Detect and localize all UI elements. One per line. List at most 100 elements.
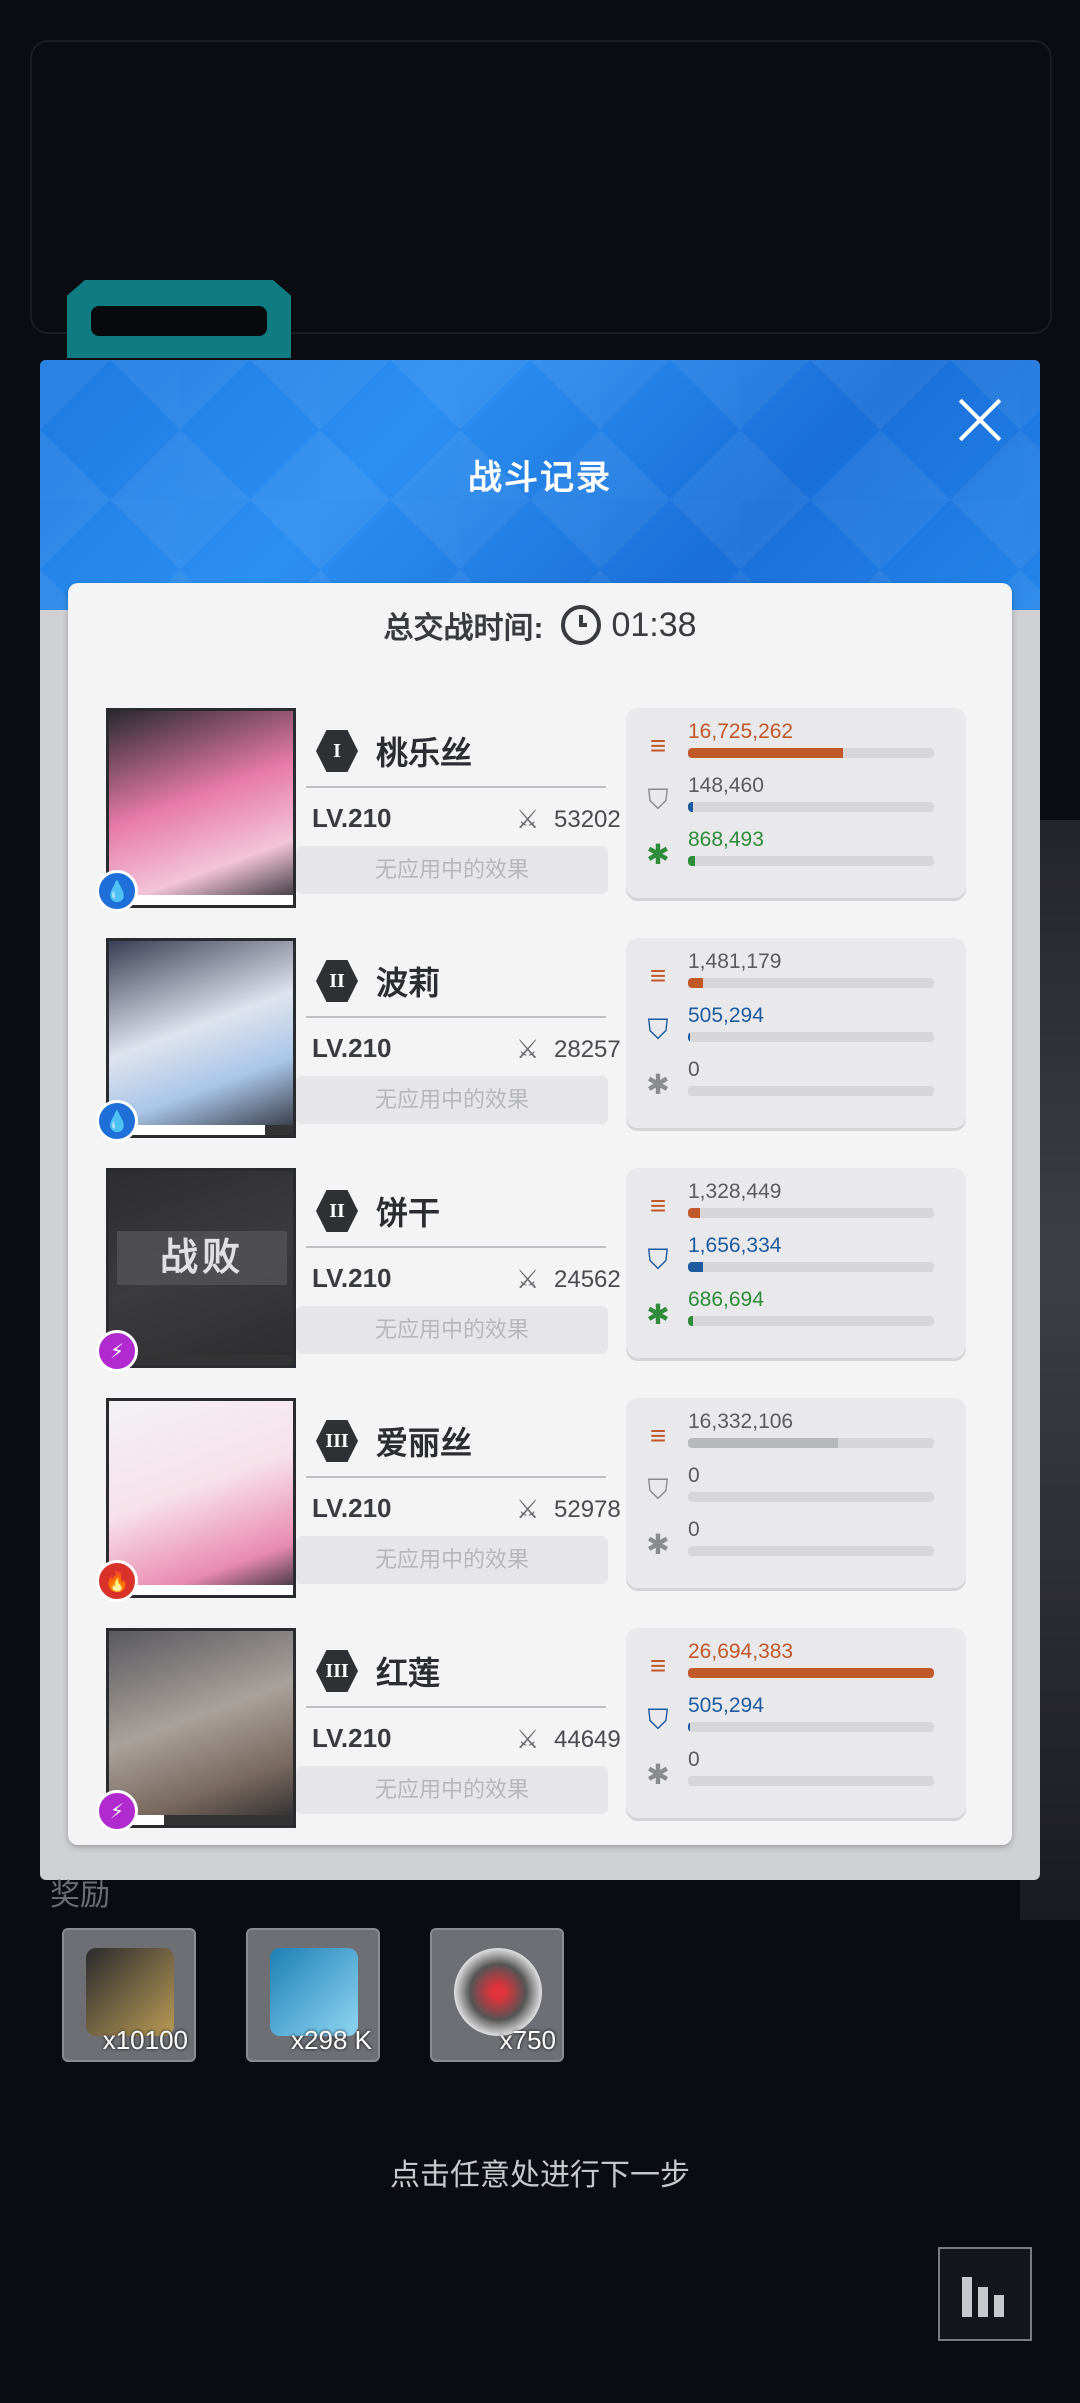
stats-box: ≡ 1,328,449 ⛉ 1,656,334 ✱ 686,694: [626, 1168, 966, 1358]
divider: [306, 1706, 606, 1708]
stat-bar-fill: [688, 1438, 839, 1448]
character-level: LV.210: [312, 1263, 392, 1293]
reward-item[interactable]: x298 K: [246, 1928, 380, 2062]
character-info: III 红莲 LV.210 ⚔ 44649 无应用中的效果: [296, 1628, 621, 1828]
stat-value: 0: [688, 1518, 700, 1541]
crossed-swords-icon: ⚔: [516, 804, 540, 834]
stat-bar: [688, 1722, 934, 1732]
stat-damage: ≡ 1,481,179: [640, 950, 940, 1002]
character-portrait[interactable]: [106, 1398, 296, 1598]
character-row[interactable]: 战败 ⚡ II 饼干 LV.210 ⚔ 24562 无应用中的效果 ≡ 1,328,449 ⛉ 1,6…: [96, 1158, 966, 1372]
character-row[interactable]: ⚡ III 红莲 LV.210 ⚔ 44649 无应用中的效果 ≡ 26,694,383 ⛉ 505…: [96, 1618, 966, 1832]
character-name: 桃乐丝: [376, 735, 473, 771]
water-icon: 💧: [96, 1100, 138, 1142]
stat-shield: ⛉ 148,460: [640, 774, 940, 826]
portrait-art: [109, 1401, 293, 1595]
stat-value: 0: [688, 1058, 700, 1081]
stat-damage: ≡ 16,725,262: [640, 720, 940, 772]
stat-bar: [688, 1438, 934, 1448]
stat-heal: ✱ 868,493: [640, 828, 940, 880]
fire-icon: 🔥: [96, 1560, 138, 1602]
character-row[interactable]: 🔥 III 爱丽丝 LV.210 ⚔ 52978 无应用中的效果 ≡ 16,332,106 ⛉ 0 ✱…: [96, 1388, 966, 1602]
effect-status: 无应用中的效果: [296, 1536, 608, 1584]
shield-icon: ⛉: [647, 783, 669, 815]
combat-power: 44649: [554, 1726, 621, 1753]
stat-bar: [688, 1316, 934, 1326]
reward-quantity: x298 K: [291, 2025, 372, 2055]
stat-bar-fill: [688, 1668, 934, 1678]
stats-box: ≡ 16,725,262 ⛉ 148,460 ✱ 868,493: [626, 708, 966, 898]
water-icon: 💧: [96, 870, 138, 912]
character-info: III 爱丽丝 LV.210 ⚔ 52978 无应用中的效果: [296, 1398, 621, 1598]
credit-card-icon: [86, 1948, 174, 2036]
character-portrait[interactable]: 战败: [106, 1168, 296, 1368]
stat-heal: ✱ 0: [640, 1058, 940, 1110]
total-time-value: 01:38: [611, 605, 697, 644]
statistics-button[interactable]: [938, 2247, 1032, 2341]
reward-item[interactable]: x750: [430, 1928, 564, 2062]
stat-bar: [688, 1208, 934, 1218]
rank-badge: II: [316, 1190, 358, 1232]
character-portrait[interactable]: [106, 708, 296, 908]
stat-heal: ✱ 0: [640, 1748, 940, 1800]
crossed-swords-icon: ⚔: [516, 1494, 540, 1524]
stat-bar: [688, 1032, 934, 1042]
stat-heal: ✱ 0: [640, 1518, 940, 1570]
stat-bar-fill: [688, 1032, 691, 1042]
character-level: LV.210: [312, 1493, 392, 1523]
divider: [306, 1016, 606, 1018]
stat-bar: [688, 802, 934, 812]
electric-icon: ⚡: [96, 1790, 138, 1832]
portrait-art: [109, 711, 293, 905]
stat-shield: ⛉ 1,656,334: [640, 1234, 940, 1286]
shield-icon: ⛉: [647, 1243, 669, 1275]
stats-box: ≡ 26,694,383 ⛉ 505,294 ✱ 0: [626, 1628, 966, 1818]
character-portrait[interactable]: [106, 1628, 296, 1828]
stats-bar-icon-1: [962, 2277, 972, 2317]
character-name: 饼干: [376, 1195, 441, 1231]
heal-icon: ✱: [646, 838, 670, 870]
crossed-swords-icon: ⚔: [516, 1034, 540, 1064]
stat-bar: [688, 978, 934, 988]
close-icon[interactable]: [950, 390, 1010, 450]
stat-value: 1,328,449: [688, 1180, 782, 1203]
stat-bar: [688, 748, 934, 758]
stat-bar: [688, 1776, 934, 1786]
divider: [306, 1476, 606, 1478]
character-portrait[interactable]: [106, 938, 296, 1138]
stat-value: 16,725,262: [688, 720, 794, 743]
stat-value: 0: [688, 1748, 700, 1771]
reward-item[interactable]: x10100: [62, 1928, 196, 2062]
character-level: LV.210: [312, 1033, 392, 1063]
character-row[interactable]: 💧 II 波莉 LV.210 ⚔ 28257 无应用中的效果 ≡ 1,481,179 ⛉ 505,2…: [96, 928, 966, 1142]
stats-bar-icon-3: [994, 2295, 1004, 2317]
crossed-swords-icon: ⚔: [516, 1264, 540, 1294]
stat-value: 0: [688, 1464, 700, 1487]
clock-icon: [561, 605, 602, 645]
rank-badge: II: [316, 960, 358, 1002]
stat-shield: ⛉ 505,294: [640, 1694, 940, 1746]
stat-bar: [688, 856, 934, 866]
core-orb-icon: [454, 1948, 542, 2036]
continue-hint[interactable]: 点击任意处进行下一步: [0, 2150, 1080, 2194]
divider: [306, 786, 606, 788]
modal-title: 战斗记录: [468, 459, 612, 497]
stat-bar-fill: [688, 1722, 691, 1732]
character-level: LV.210: [312, 1723, 392, 1753]
reward-quantity: x10100: [102, 2025, 188, 2055]
stat-heal: ✱ 686,694: [640, 1288, 940, 1340]
bullets-icon: ≡: [649, 1420, 667, 1451]
heal-icon: ✱: [646, 1758, 670, 1790]
shield-icon: ⛉: [647, 1013, 669, 1045]
stat-bar-fill: [688, 1316, 693, 1326]
electric-icon: ⚡: [96, 1330, 138, 1372]
stat-damage: ≡ 26,694,383: [640, 1640, 940, 1692]
stat-bar: [688, 1086, 934, 1096]
stats-box: ≡ 16,332,106 ⛉ 0 ✱ 0: [626, 1398, 966, 1588]
stat-shield: ⛉ 505,294: [640, 1004, 940, 1056]
rank-badge: III: [316, 1650, 358, 1692]
effect-status: 无应用中的效果: [296, 1306, 608, 1354]
character-row[interactable]: 💧 I 桃乐丝 LV.210 ⚔ 53202 无应用中的效果 ≡ 16,725,262 ⛉ 148,…: [96, 698, 966, 912]
character-info: II 波莉 LV.210 ⚔ 28257 无应用中的效果: [296, 938, 621, 1138]
stat-value: 686,694: [688, 1288, 764, 1311]
